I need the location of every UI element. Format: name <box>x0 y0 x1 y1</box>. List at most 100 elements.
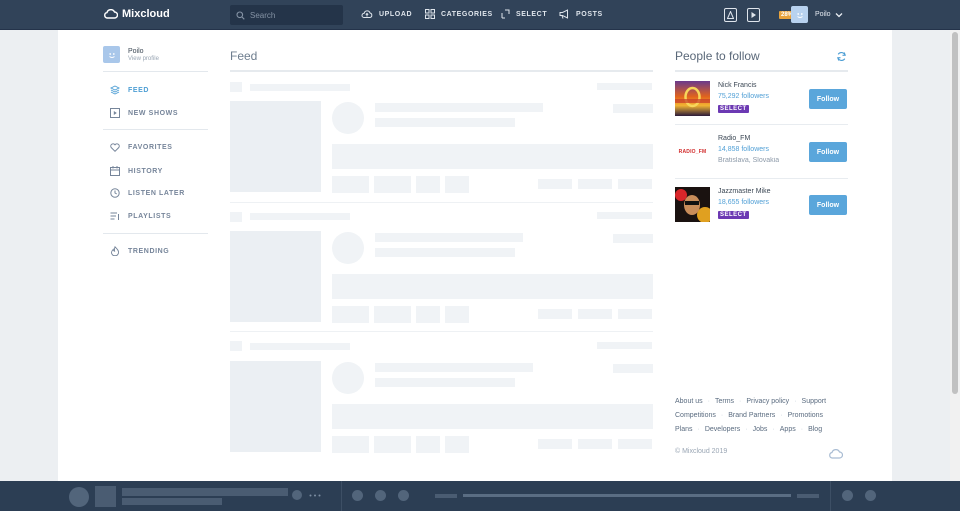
footer-link[interactable]: About us <box>675 398 703 405</box>
player-like-placeholder[interactable] <box>292 490 302 500</box>
notification-icon <box>727 11 734 19</box>
footer-link[interactable]: Support <box>802 398 827 405</box>
follow-button[interactable]: Follow <box>809 195 847 215</box>
player-next-placeholder[interactable] <box>398 490 409 501</box>
player-prev-placeholder[interactable] <box>352 490 363 501</box>
sidebar-item-label: LISTEN LATER <box>128 189 185 197</box>
avatar-face-icon <box>796 12 803 18</box>
footer-link[interactable]: Blog <box>808 426 822 433</box>
sidebar-item-label: HISTORY <box>128 167 163 175</box>
mixcloud-footer-icon <box>829 449 843 459</box>
footer-link[interactable]: Terms <box>715 398 734 405</box>
person-name[interactable]: Radio_FM <box>718 135 750 142</box>
sidebar-item-new-shows[interactable]: NEW SHOWS <box>110 108 178 118</box>
sidebar-profile[interactable]: Poilo View profile <box>103 46 159 63</box>
footer-links-row: Plans · Developers · Jobs · Apps · Blog <box>675 426 823 433</box>
flame-icon <box>111 246 120 256</box>
sidebar-item-trending[interactable]: TRENDING <box>110 246 169 256</box>
footer-link[interactable]: Plans <box>675 426 693 433</box>
player-play-placeholder[interactable] <box>69 487 89 507</box>
feed-title-underline <box>230 70 653 72</box>
footer-link[interactable]: Developers <box>705 426 740 433</box>
scrollbar-thumb[interactable] <box>952 32 958 394</box>
follow-button[interactable]: Follow <box>809 142 847 162</box>
play-square-icon <box>110 108 120 118</box>
player-time-placeholder <box>435 494 457 498</box>
nav-categories-label: CATEGORIES <box>441 10 493 18</box>
search-box[interactable] <box>230 5 343 25</box>
nav-select-label: SELECT <box>516 10 548 18</box>
sidebar-item-playlists[interactable]: PLAYLISTS <box>110 211 171 221</box>
more-dots-icon[interactable] <box>309 494 321 497</box>
messages-button[interactable] <box>747 8 760 22</box>
sidebar-item-label: FEED <box>128 86 150 94</box>
nav-upload-label: UPLOAD <box>379 10 413 18</box>
select-icon <box>501 9 510 19</box>
person-followers[interactable]: 18,655 followers <box>718 199 769 206</box>
person-card: Jazzmaster Mike 18,655 followers SELECT … <box>675 187 848 223</box>
footer-link[interactable]: Jobs <box>753 426 768 433</box>
footer-link[interactable]: Apps <box>780 426 796 433</box>
nav-posts[interactable]: POSTS <box>559 9 603 19</box>
sidebar-item-history[interactable]: HISTORY <box>110 166 163 176</box>
user-menu[interactable]: Poilo <box>815 11 843 18</box>
people-to-follow-title: People to follow <box>675 49 760 63</box>
person-avatar[interactable] <box>675 187 713 223</box>
player-divider <box>830 481 831 511</box>
player-duration-placeholder <box>797 494 819 498</box>
footer-link[interactable]: Privacy policy <box>746 398 789 405</box>
player-divider <box>341 481 342 511</box>
notifications-button[interactable] <box>724 8 737 22</box>
footer-link[interactable]: Brand Partners <box>728 412 775 419</box>
player-progress-bar[interactable] <box>463 494 791 497</box>
nav-posts-label: POSTS <box>576 10 603 18</box>
profile-name[interactable]: Poilo <box>128 48 159 55</box>
person-divider <box>675 124 848 125</box>
player-title-placeholder <box>122 488 288 496</box>
sidebar-item-listen-later[interactable]: LISTEN LATER <box>110 188 185 198</box>
person-name[interactable]: Nick Francis <box>718 82 757 89</box>
nav-select[interactable]: SELECT <box>501 9 547 19</box>
footer-link[interactable]: Promotions <box>788 412 823 419</box>
person-card: Nick Francis 75,292 followers SELECT Fol… <box>675 81 848 117</box>
logo-text: Mixcloud <box>122 8 170 20</box>
clock-icon <box>110 188 120 198</box>
user-avatar[interactable] <box>791 6 808 23</box>
sidebar-divider <box>103 233 208 234</box>
top-bar: Mixcloud UPLOAD CATEGORIES SELECT POSTS … <box>0 0 960 30</box>
nav-categories[interactable]: CATEGORIES <box>425 9 493 19</box>
select-badge: SELECT <box>718 105 749 113</box>
search-icon <box>236 10 245 20</box>
mixcloud-logo-icon <box>104 9 118 19</box>
person-avatar[interactable] <box>675 81 710 116</box>
radio-fm-logo-text: RADIO_FM <box>678 148 707 155</box>
refresh-icon[interactable] <box>836 51 847 62</box>
view-profile-link[interactable]: View profile <box>128 56 159 62</box>
select-badge: SELECT <box>718 211 749 219</box>
person-avatar[interactable]: RADIO_FM <box>675 134 710 169</box>
nav-upload[interactable]: UPLOAD <box>361 9 412 19</box>
upload-cloud-icon <box>361 10 373 18</box>
person-followers[interactable]: 14,858 followers <box>718 146 769 153</box>
sidebar-item-favorites[interactable]: FAVORITES <box>110 143 173 152</box>
person-followers[interactable]: 75,292 followers <box>718 93 769 100</box>
person-name[interactable]: Jazzmaster Mike <box>718 188 771 195</box>
sidebar-item-label: NEW SHOWS <box>128 109 179 117</box>
player-playpause-placeholder[interactable] <box>375 490 386 501</box>
player-volume-placeholder[interactable] <box>842 490 853 501</box>
sidebar-item-feed[interactable]: FEED <box>110 85 149 95</box>
avatar-face-icon <box>108 52 115 58</box>
profile-avatar[interactable] <box>103 46 120 63</box>
person-card: RADIO_FM Radio_FM 14,858 followers Brati… <box>675 134 848 170</box>
footer-link[interactable]: Competitions <box>675 412 716 419</box>
mixcloud-logo[interactable]: Mixcloud <box>103 8 170 20</box>
sidebar-divider <box>103 71 208 72</box>
sidebar-divider <box>103 129 208 130</box>
heart-icon <box>110 143 120 152</box>
player-queue-placeholder[interactable] <box>865 490 876 501</box>
search-input[interactable] <box>250 10 340 20</box>
person-divider <box>675 178 848 179</box>
person-location: Bratislava, Slovakia <box>718 157 780 164</box>
follow-button[interactable]: Follow <box>809 89 847 109</box>
footer-links-row: Competitions · Brand Partners · Promotions <box>675 412 824 419</box>
